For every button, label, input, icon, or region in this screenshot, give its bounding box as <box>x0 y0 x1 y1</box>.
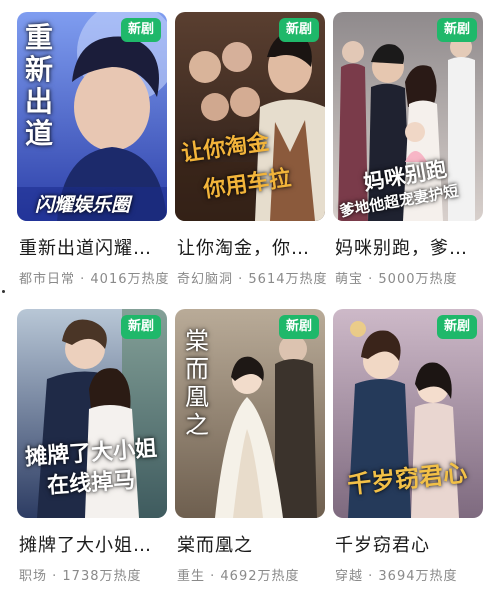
new-drama-badge: 新剧 <box>121 315 161 339</box>
drama-meta: 职场 · 1738万热度 <box>19 569 142 584</box>
poster-subtitle: 在线掉马 <box>46 467 136 500</box>
drama-title[interactable]: 千岁窃君心 <box>335 531 483 557</box>
poster-subtitle: 闪耀娱乐圈 <box>35 194 131 216</box>
drama-poster[interactable]: 让你淘金 你用车拉 新剧 <box>175 12 325 221</box>
new-drama-badge: 新剧 <box>437 315 477 339</box>
drama-title[interactable]: 棠而凰之 <box>177 531 325 557</box>
drama-poster[interactable]: 摊牌了大小姐 在线掉马 新剧 <box>17 309 167 518</box>
poster-title-vertical: 棠而凰之 <box>185 327 209 439</box>
drama-meta: 萌宝 · 5000万热度 <box>335 272 458 287</box>
drama-poster[interactable]: 千岁窃君心 新剧 <box>333 309 483 518</box>
new-drama-badge: 新剧 <box>437 18 477 42</box>
drama-title[interactable]: 让你淘金，你用车拉 <box>177 234 325 260</box>
drama-poster[interactable]: 棠而凰之 新剧 <box>175 309 325 518</box>
drama-title[interactable]: 妈咪别跑，爹地他超宠妻护短 <box>335 234 483 260</box>
drama-poster[interactable]: 重新出道 闪耀娱乐圈 新剧 <box>17 12 167 221</box>
drama-meta: 穿越 · 3694万热度 <box>335 569 458 584</box>
separator-dot <box>2 290 5 293</box>
drama-meta: 重生 · 4692万热度 <box>177 569 300 584</box>
new-drama-badge: 新剧 <box>279 315 319 339</box>
drama-poster[interactable]: 妈咪别跑 爹地他超宠妻护短 新剧 <box>333 12 483 221</box>
drama-title[interactable]: 摊牌了大小姐在线掉马 <box>19 531 167 557</box>
poster-title-vertical: 重新出道 <box>25 21 54 150</box>
drama-meta: 奇幻脑洞 · 5614万热度 <box>177 272 327 287</box>
drama-title[interactable]: 重新出道闪耀娱乐圈 <box>19 234 167 260</box>
drama-meta: 都市日常 · 4016万热度 <box>19 272 169 287</box>
new-drama-badge: 新剧 <box>121 18 161 42</box>
new-drama-badge: 新剧 <box>279 18 319 42</box>
drama-grid: 重新出道 闪耀娱乐圈 新剧 重新出道闪耀娱乐圈 都市日常 · 4016万热度 <box>0 0 500 593</box>
